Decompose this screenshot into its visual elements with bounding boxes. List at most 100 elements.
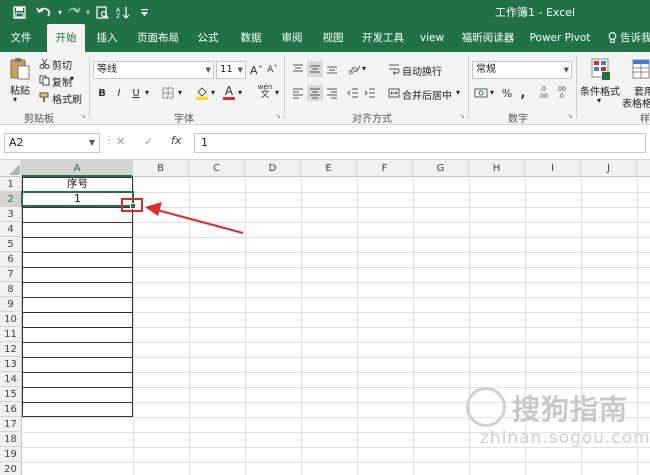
underline-button[interactable]: U xyxy=(129,85,143,101)
tab-developer[interactable]: 开发工具 xyxy=(358,24,408,52)
phonetic-dropdown-icon[interactable]: ▾ xyxy=(275,88,279,97)
align-left-icon[interactable] xyxy=(290,85,306,101)
font-color-dropdown-icon[interactable]: ▾ xyxy=(238,88,242,97)
tab-page-layout[interactable]: 页面布局 xyxy=(133,24,183,52)
formula-bar: A2 ▼ ⋮ ✕ ✓ fx 1 xyxy=(0,126,650,160)
tab-foxit-reader[interactable]: 福昕阅读器 xyxy=(458,24,518,52)
tab-review[interactable]: 审阅 xyxy=(277,24,307,52)
font-name-select[interactable]: 等线 ▼ xyxy=(93,61,214,79)
undo-dropdown-icon[interactable]: ▾ xyxy=(55,3,65,21)
lightbulb-icon[interactable] xyxy=(606,24,618,52)
title-bar: ▾ ▾ AZ 工作簿1 - Excel xyxy=(0,0,650,24)
paste-icon[interactable] xyxy=(6,56,34,82)
copy-icon[interactable] xyxy=(38,74,50,86)
chevron-down-icon: ▼ xyxy=(205,66,211,74)
align-bottom-icon[interactable] xyxy=(324,61,340,77)
align-right-icon[interactable] xyxy=(324,85,340,101)
align-center-icon[interactable] xyxy=(307,85,323,101)
comma-button[interactable]: , xyxy=(516,85,530,101)
number-launcher-icon[interactable]: ↘ xyxy=(567,112,573,120)
font-launcher-icon[interactable]: ↘ xyxy=(275,112,281,120)
tab-tell-me[interactable]: 告诉我 xyxy=(620,24,650,52)
number-format-value: 常规 xyxy=(476,64,496,75)
percent-button[interactable]: % xyxy=(500,85,514,101)
name-box[interactable]: A2 ▼ xyxy=(4,133,100,153)
orientation-icon[interactable]: ab xyxy=(345,61,363,77)
merge-center-button[interactable]: 合并后居中 xyxy=(402,87,452,102)
format-painter-icon[interactable] xyxy=(38,91,50,103)
tab-formulas[interactable]: 公式 xyxy=(193,24,223,52)
accounting-dropdown-icon[interactable]: ▾ xyxy=(490,88,494,97)
shrink-font-button[interactable]: Aˇ xyxy=(265,61,280,79)
watermark-logo-icon xyxy=(466,387,506,427)
conditional-dropdown-icon[interactable]: ▾ xyxy=(597,96,601,105)
enter-icon[interactable]: ✓ xyxy=(144,135,153,148)
borders-icon[interactable] xyxy=(160,85,176,101)
bold-button[interactable]: B xyxy=(95,85,109,101)
tab-insert[interactable]: 插入 xyxy=(92,24,122,52)
save-icon[interactable] xyxy=(10,3,28,21)
fill-color-dropdown-icon[interactable]: ▾ xyxy=(211,88,215,97)
redo-icon[interactable] xyxy=(65,3,83,21)
increase-decimal-button[interactable]: .0 .00 xyxy=(535,83,551,103)
format-as-table-icon[interactable] xyxy=(630,56,650,82)
tab-view-en[interactable]: view xyxy=(418,24,446,52)
styles-group-label: 样 xyxy=(640,114,650,125)
fill-color-icon[interactable] xyxy=(194,85,210,101)
wrap-text-icon[interactable] xyxy=(387,61,401,77)
undo-icon[interactable] xyxy=(33,3,55,21)
italic-button[interactable]: I xyxy=(112,85,126,101)
decrease-decimal-button[interactable]: .00 .0 xyxy=(553,83,569,103)
alignment-group-label: 对齐方式 xyxy=(352,114,392,125)
watermark-url: zhinan.sogou.com xyxy=(480,428,650,448)
clipboard-launcher-icon[interactable]: ↘ xyxy=(80,112,86,120)
underline-dropdown-icon[interactable]: ▾ xyxy=(145,88,149,97)
formula-bar-grip-icon[interactable]: ⋮ xyxy=(104,135,114,151)
alignment-launcher-icon[interactable]: ↘ xyxy=(459,112,465,120)
format-as-table-line2[interactable]: 表格格 xyxy=(622,95,650,110)
wrap-text-button[interactable]: 自动换行 xyxy=(402,63,442,78)
number-group-label: 数字 xyxy=(508,114,528,125)
phonetic-button[interactable]: wén 文 xyxy=(255,81,275,101)
formula-input[interactable]: 1 xyxy=(194,133,646,153)
format-painter-button[interactable]: 格式刷 xyxy=(52,91,82,106)
copy-button[interactable]: 复制 xyxy=(52,74,72,89)
font-color-button[interactable]: A xyxy=(221,83,237,101)
name-box-value: A2 xyxy=(9,136,24,149)
number-format-select[interactable]: 常规 ▼ xyxy=(472,61,572,79)
ribbon-home: 粘贴 ▾ 剪切 复制 ▾ 格式刷 剪贴板 ↘ 等线 ▼ 11 ▼ Aˆ Aˇ B… xyxy=(0,52,650,125)
separator xyxy=(89,56,90,118)
insert-function-icon[interactable]: fx xyxy=(171,134,181,147)
tab-power-pivot[interactable]: Power Pivot xyxy=(528,24,592,52)
orientation-dropdown-icon[interactable]: ▾ xyxy=(362,64,366,73)
accounting-format-icon[interactable] xyxy=(473,85,489,101)
cancel-icon[interactable]: ✕ xyxy=(116,135,125,148)
merge-dropdown-icon[interactable]: ▾ xyxy=(456,88,460,97)
copy-dropdown-icon[interactable]: ▾ xyxy=(70,74,74,83)
decrease-indent-icon[interactable] xyxy=(345,85,361,101)
scissors-icon[interactable] xyxy=(38,57,50,69)
redo-dropdown-icon[interactable]: ▾ xyxy=(83,3,93,21)
borders-dropdown-icon[interactable]: ▾ xyxy=(178,88,182,97)
font-size-value: 11 xyxy=(220,64,233,75)
tab-data[interactable]: 数据 xyxy=(236,24,266,52)
customize-icon[interactable] xyxy=(138,3,150,21)
clipboard-group-label: 剪贴板 xyxy=(24,114,54,125)
tab-file[interactable]: 文件 xyxy=(6,24,36,52)
tab-home[interactable]: 开始 xyxy=(47,24,85,52)
grow-font-button[interactable]: Aˆ xyxy=(249,61,264,79)
worksheet-grid[interactable]: A B C D E F G H I J 1 2 3 4 5 6 7 8 9 10… xyxy=(0,160,650,475)
merge-center-icon[interactable] xyxy=(387,85,401,101)
paste-dropdown-icon[interactable]: ▾ xyxy=(13,95,17,104)
font-size-select[interactable]: 11 ▼ xyxy=(216,61,246,79)
cut-button[interactable]: 剪切 xyxy=(52,57,72,72)
font-color-letter: A xyxy=(224,83,234,98)
tab-view[interactable]: 视图 xyxy=(318,24,348,52)
conditional-formatting-icon[interactable] xyxy=(589,56,613,82)
align-top-icon[interactable] xyxy=(290,61,306,77)
svg-text:Z: Z xyxy=(116,13,120,19)
increase-indent-icon[interactable] xyxy=(362,85,378,101)
align-middle-icon[interactable] xyxy=(307,61,323,77)
print-preview-icon[interactable] xyxy=(93,3,111,21)
sort-icon[interactable]: AZ xyxy=(114,3,132,21)
